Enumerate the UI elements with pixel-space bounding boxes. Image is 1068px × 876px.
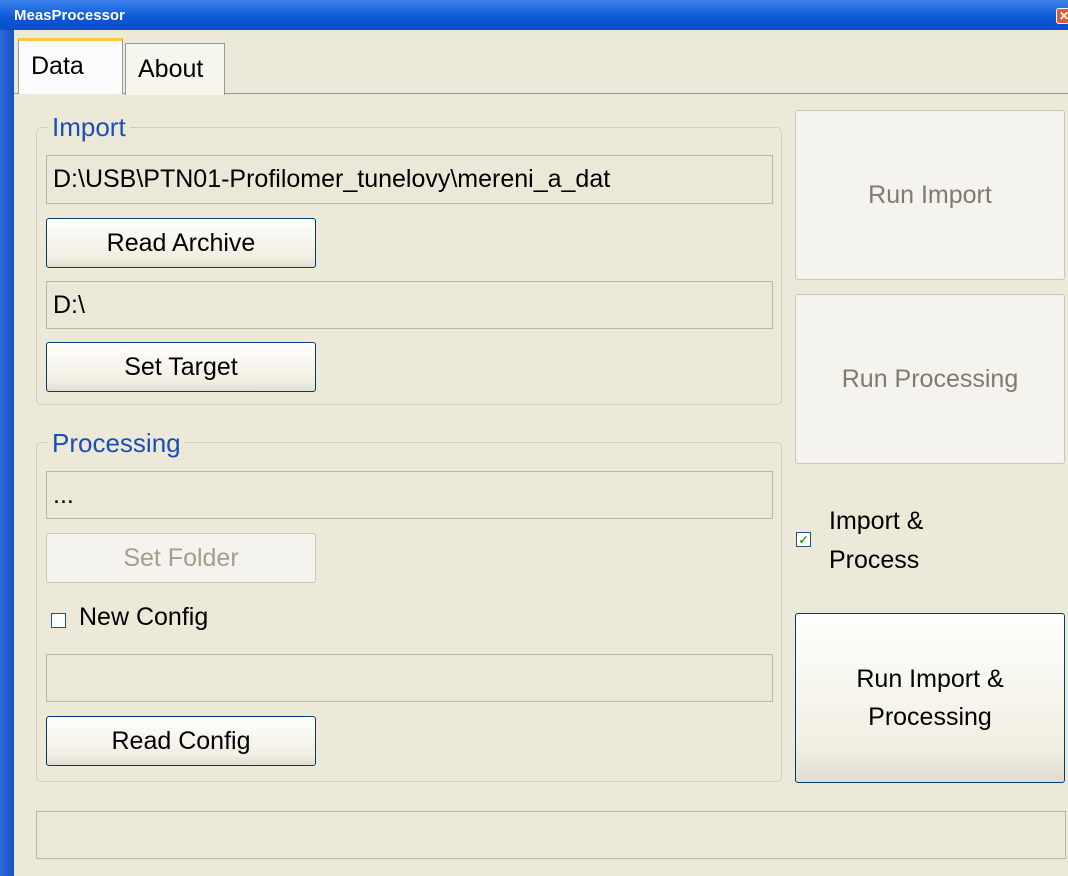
processing-group-label: Processing [48,428,185,459]
processing-folder-field[interactable]: ... [46,471,773,519]
status-bar [36,811,1066,859]
set-folder-button[interactable]: Set Folder [46,533,316,583]
run-both-label-line1: Run Import & [856,665,1004,693]
new-config-checkbox[interactable] [51,613,66,628]
run-import-button[interactable]: Run Import [795,110,1065,280]
run-import-and-processing-button[interactable]: Run Import & Processing [795,613,1065,783]
title-bar [0,0,1068,30]
close-icon[interactable]: ✕ [1056,8,1068,24]
window-frame [0,30,14,876]
archive-path-field[interactable]: D:\USB\PTN01-Profilomer_tunelovy\mereni_… [46,155,773,204]
read-archive-button[interactable]: Read Archive [46,218,316,268]
run-processing-button[interactable]: Run Processing [795,294,1065,464]
import-and-process-label-line2: Process [829,546,920,574]
import-and-process-label-line1: Import & [829,507,924,535]
set-target-button[interactable]: Set Target [46,342,316,392]
read-config-button[interactable]: Read Config [46,716,316,766]
tab-data[interactable]: Data [18,38,123,94]
run-both-label-line2: Processing [868,703,992,731]
run-import-label: Run Import [868,180,992,209]
run-processing-label: Run Processing [841,364,1019,393]
tab-about[interactable]: About [125,43,225,95]
config-path-field[interactable] [46,654,773,702]
target-path-field[interactable]: D:\ [46,281,773,329]
import-group-label: Import [48,112,130,143]
import-and-process-checkbox[interactable]: ✓ [796,532,811,547]
window-title: MeasProcessor [14,7,125,24]
new-config-label: New Config [79,603,209,631]
